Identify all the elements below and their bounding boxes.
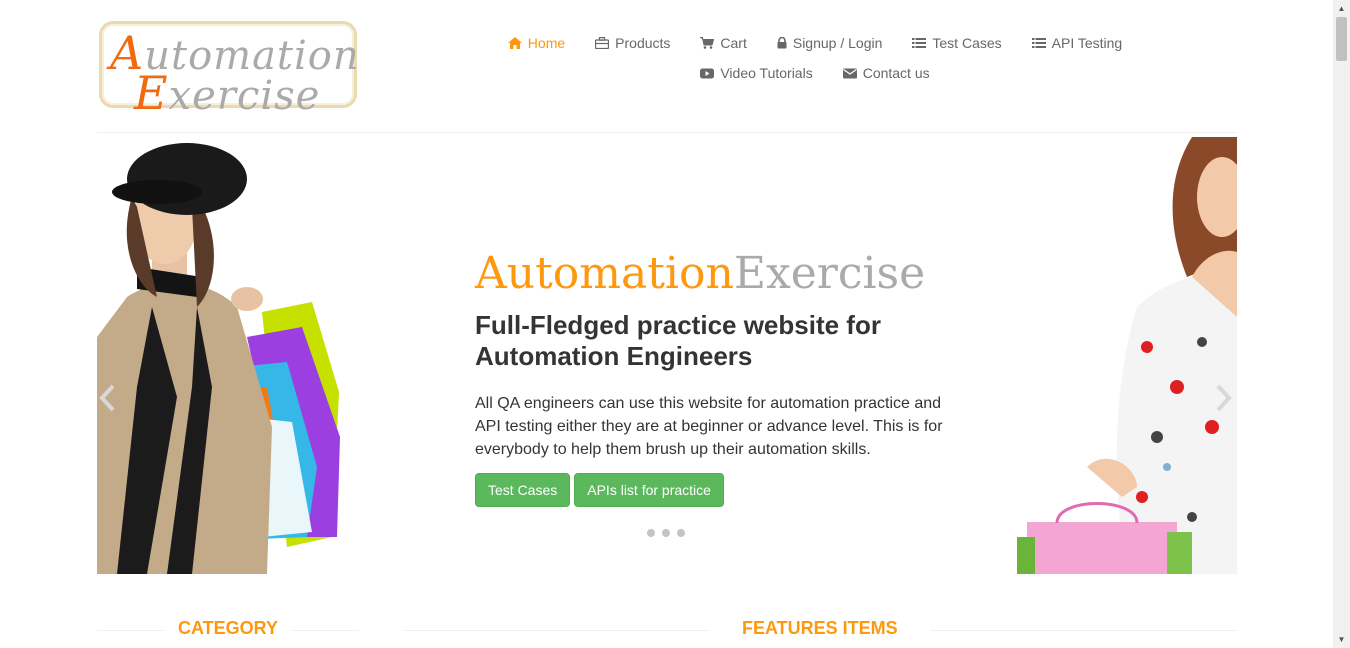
- nav-products[interactable]: Products: [595, 35, 670, 51]
- youtube-play-icon: [700, 68, 715, 78]
- nav-products-label: Products: [615, 35, 671, 51]
- nav-video-tutorials-label: Video Tutorials: [720, 65, 813, 81]
- carousel-prev-icon[interactable]: [97, 383, 119, 413]
- nav-cart-label: Cart: [720, 35, 747, 51]
- nav-test-cases[interactable]: Test Cases: [912, 35, 1002, 51]
- features-divider-left: [404, 630, 709, 631]
- hero-headline: Full-Fledged practice website for Automa…: [475, 310, 881, 371]
- carousel-dot[interactable]: [647, 529, 655, 537]
- nav-test-cases-label: Test Cases: [932, 35, 1002, 51]
- category-divider-left: [97, 630, 164, 631]
- briefcase-icon: [595, 37, 610, 49]
- test-cases-button[interactable]: Test Cases: [475, 473, 571, 507]
- envelope-icon: [842, 68, 857, 78]
- hero-model-right-image: [1017, 137, 1237, 574]
- hero-brand-title: AutomationExercise: [475, 248, 926, 299]
- nav-signup-login[interactable]: Signup / Login: [777, 35, 883, 51]
- nav-cart[interactable]: Cart: [700, 35, 747, 51]
- category-heading: Category: [178, 618, 279, 638]
- nav-contact-us[interactable]: Contact us: [842, 65, 930, 81]
- home-icon: [507, 37, 522, 49]
- hero-carousel: AutomationExercise Full-Fledged practice…: [97, 137, 1237, 574]
- nav-api-testing-label: API Testing: [1051, 35, 1123, 51]
- nav-api-testing[interactable]: API Testing: [1031, 35, 1123, 51]
- scrollbar-thumb[interactable]: [1336, 17, 1347, 61]
- page-scrollbar[interactable]: ▲ ▼: [1333, 0, 1350, 648]
- features-divider-right: [930, 630, 1237, 631]
- list-icon: [912, 38, 927, 48]
- carousel-next-icon[interactable]: [1212, 383, 1234, 413]
- main-nav: Home Products Cart Signup / Login Test C…: [440, 28, 1190, 88]
- cart-icon: [700, 37, 715, 49]
- category-divider-right: [292, 630, 359, 631]
- list-icon: [1031, 38, 1046, 48]
- nav-video-tutorials[interactable]: Video Tutorials: [700, 65, 813, 81]
- features-items-heading: Features Items: [742, 618, 898, 638]
- scroll-up-icon[interactable]: ▲: [1333, 0, 1350, 17]
- site-logo[interactable]: Automation Exercise: [99, 21, 359, 120]
- nav-signup-login-label: Signup / Login: [792, 35, 883, 51]
- nav-home[interactable]: Home: [507, 35, 566, 51]
- carousel-indicators: [647, 529, 685, 537]
- header-divider: [97, 132, 1237, 133]
- lock-icon: [777, 37, 787, 49]
- hero-model-left-image: [97, 143, 340, 574]
- scroll-down-icon[interactable]: ▼: [1333, 631, 1350, 648]
- hero-description: All QA engineers can use this website fo…: [475, 395, 943, 458]
- nav-contact-us-label: Contact us: [862, 65, 930, 81]
- logo-line-2: Exercise: [134, 66, 321, 120]
- apis-list-button[interactable]: APIs list for practice: [574, 473, 724, 507]
- carousel-dot[interactable]: [662, 529, 670, 537]
- nav-home-label: Home: [527, 35, 566, 51]
- carousel-dot[interactable]: [677, 529, 685, 537]
- hero-slide-content: AutomationExercise Full-Fledged practice…: [475, 249, 955, 507]
